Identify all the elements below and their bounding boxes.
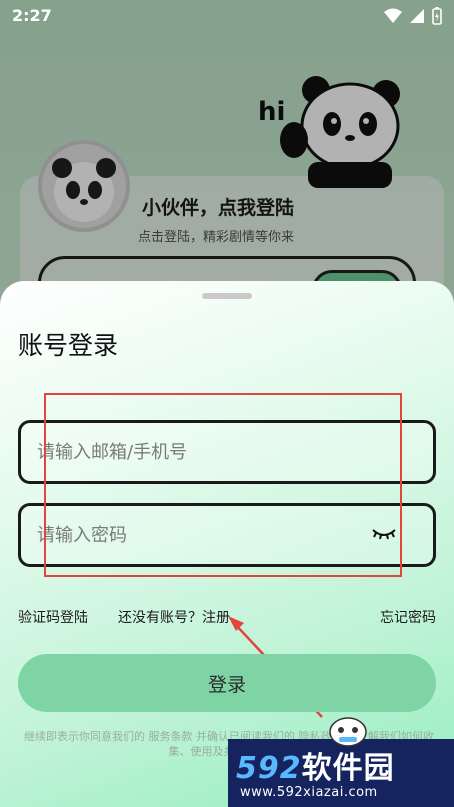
watermark-logo: 592软件园 www.592xiazai.com	[228, 739, 454, 807]
login-button[interactable]: 登录	[18, 654, 436, 712]
wifi-icon	[384, 8, 402, 23]
status-bar: 2:27	[0, 0, 454, 32]
links-row: 验证码登陆 还没有账号？注册 忘记密码	[0, 607, 454, 629]
register-link[interactable]: 注册	[202, 610, 230, 626]
register-prompt: 还没有账号？注册	[118, 607, 230, 627]
watermark-url: www.592xiazai.com	[240, 785, 378, 800]
login-sheet: 账号登录 验证码登陆 还没有账号？注册 忘记密码 登录 继续即表示你同意我们的 …	[0, 281, 454, 807]
watermark-brand: 592软件园	[236, 751, 395, 786]
battery-icon	[432, 7, 442, 25]
watermark-mascot-icon	[329, 717, 367, 747]
sms-login-link[interactable]: 验证码登陆	[18, 607, 88, 627]
no-account-text: 还没有账号？	[118, 610, 202, 626]
status-icons	[384, 7, 442, 25]
sheet-title: 账号登录	[18, 331, 119, 360]
drag-handle[interactable]	[202, 293, 252, 299]
forgot-password-link[interactable]: 忘记密码	[380, 607, 436, 627]
annotation-highlight-box	[44, 393, 402, 577]
status-time: 2:27	[12, 6, 52, 25]
signal-icon	[410, 9, 424, 23]
